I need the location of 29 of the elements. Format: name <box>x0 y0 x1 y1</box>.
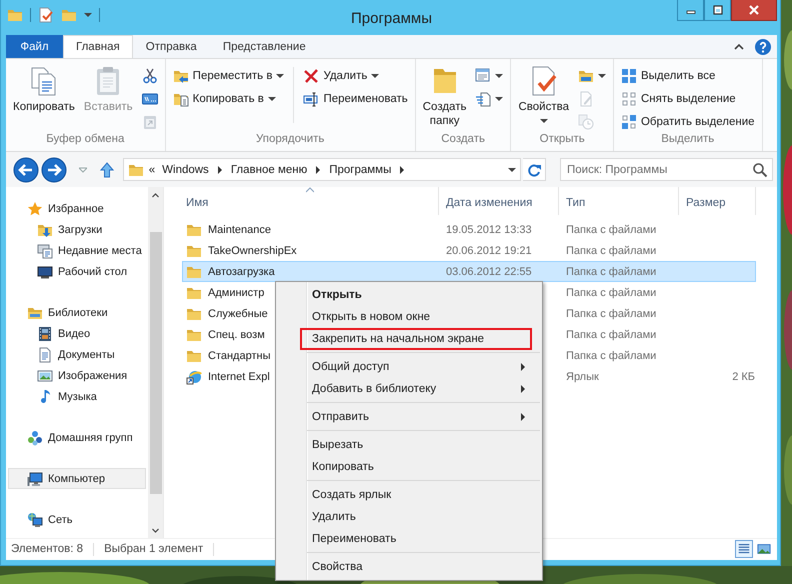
date-modified: 03.06.2012 22:55 <box>445 266 532 278</box>
file-type: Папка с файлами <box>565 224 656 236</box>
file-type: Папка с файлами <box>565 244 656 256</box>
file-type: Ярлык <box>565 370 599 382</box>
window-title: Программы <box>350 8 432 26</box>
file-name: Администр <box>208 286 264 298</box>
group-label: Буфер обмена <box>45 133 126 147</box>
file-name: Internet Expl <box>208 370 270 382</box>
file-type: Папка с файлами <box>565 286 656 298</box>
file-name: Автозагрузка <box>208 266 275 278</box>
overflow-marker: « <box>148 164 156 176</box>
file-type: Папка с файлами <box>565 308 656 320</box>
group-label: Создать <box>440 133 486 147</box>
file-name: TakeOwnershipEx <box>208 244 297 256</box>
file-type: Папка с файлами <box>565 328 656 340</box>
date-modified: 20.06.2012 19:21 <box>445 244 532 256</box>
file-type: Папка с файлами <box>565 266 656 278</box>
file-size: 2 КБ <box>731 370 756 382</box>
file-name: Стандартны <box>208 350 270 362</box>
file-name: Служебные <box>208 308 268 320</box>
file-type: Папка с файлами <box>565 350 656 362</box>
group-label: Упорядочить <box>254 133 326 147</box>
item-count: Элементов: 8 <box>11 543 84 555</box>
date-modified: 19.05.2012 13:33 <box>445 224 532 236</box>
selection-count: Выбран 1 элемент <box>104 543 204 555</box>
group-label: Открыть <box>538 133 586 147</box>
file-name: Maintenance <box>208 224 271 236</box>
group-label: Выделить <box>660 133 716 147</box>
file-name: Спец. возм <box>208 328 265 340</box>
